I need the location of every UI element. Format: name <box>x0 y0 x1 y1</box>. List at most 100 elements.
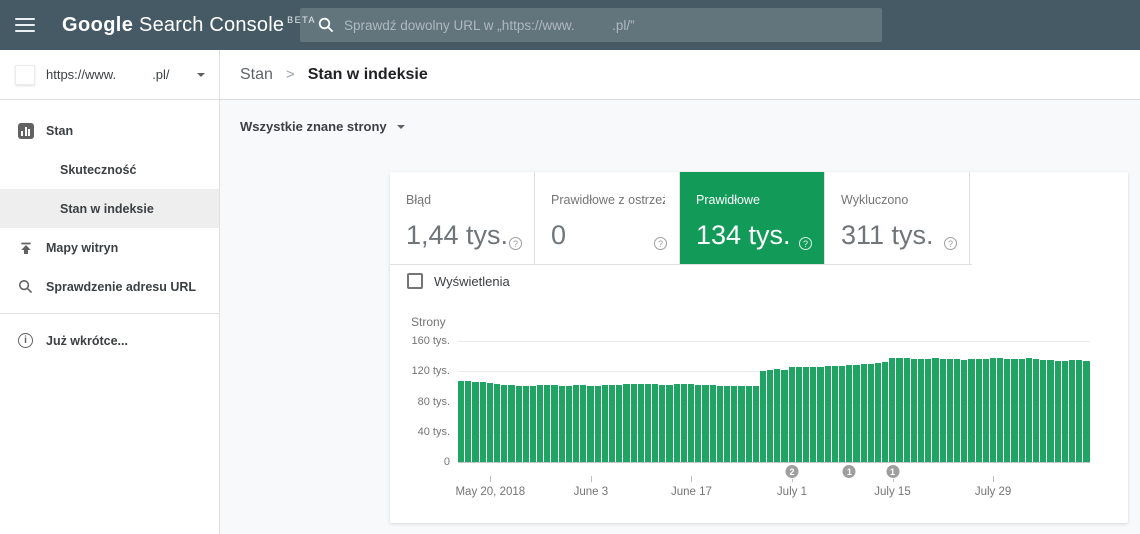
bar[interactable] <box>702 385 708 462</box>
bar[interactable] <box>861 364 867 462</box>
bar[interactable] <box>1062 361 1068 462</box>
bar[interactable] <box>817 367 823 462</box>
bar[interactable] <box>832 366 838 462</box>
bar[interactable] <box>523 386 529 462</box>
bar[interactable] <box>1004 359 1010 462</box>
bar[interactable] <box>724 386 730 462</box>
menu-icon[interactable] <box>15 14 35 36</box>
bar[interactable] <box>674 384 680 462</box>
bar[interactable] <box>688 384 694 462</box>
bar[interactable] <box>566 386 572 462</box>
bar[interactable] <box>551 385 557 462</box>
bar[interactable] <box>904 358 910 462</box>
bar[interactable] <box>501 385 507 462</box>
bar[interactable] <box>738 386 744 462</box>
card-prawidlowe[interactable]: Prawidłowe 134 tys. ? <box>680 172 825 264</box>
bar[interactable] <box>968 359 974 462</box>
bar[interactable] <box>868 364 874 462</box>
bar[interactable] <box>760 371 766 463</box>
bar[interactable] <box>530 386 536 462</box>
bar[interactable] <box>1033 359 1039 462</box>
bar[interactable] <box>652 384 658 462</box>
sidebar-item-mapy-witryn[interactable]: Mapy witryn <box>0 228 219 267</box>
bar[interactable] <box>781 370 787 462</box>
bar[interactable] <box>976 359 982 462</box>
bar[interactable] <box>544 385 550 462</box>
sidebar-item-skutecznosc[interactable]: Skuteczność <box>0 150 219 189</box>
card-prawidlowe-z-ostrzezeniami[interactable]: Prawidłowe z ostrzeżen… 0 ? <box>535 172 680 264</box>
bar[interactable] <box>997 358 1003 462</box>
bar[interactable] <box>666 385 672 462</box>
breadcrumb-parent[interactable]: Stan <box>240 66 273 84</box>
bar[interactable] <box>1040 360 1046 462</box>
bar[interactable] <box>623 384 629 462</box>
bar[interactable] <box>1055 361 1061 462</box>
bar[interactable] <box>616 385 622 462</box>
bar[interactable] <box>961 360 967 462</box>
bar[interactable] <box>767 370 773 462</box>
bar[interactable] <box>896 358 902 462</box>
bar[interactable] <box>990 358 996 462</box>
bar[interactable] <box>1019 359 1025 462</box>
bar[interactable] <box>559 386 565 462</box>
bar[interactable] <box>587 386 593 462</box>
bar[interactable] <box>537 385 543 462</box>
bar[interactable] <box>746 386 752 462</box>
bar[interactable] <box>710 385 716 462</box>
help-icon[interactable]: ? <box>799 237 812 250</box>
help-icon[interactable]: ? <box>654 237 667 250</box>
bar[interactable] <box>940 359 946 462</box>
annotation-marker[interactable]: 1 <box>842 464 857 479</box>
sidebar-item-stan-w-indeksie[interactable]: Stan w indeksie <box>0 189 219 228</box>
bar[interactable] <box>789 367 795 462</box>
bar[interactable] <box>609 385 615 462</box>
bar[interactable] <box>889 358 895 462</box>
bar[interactable] <box>882 362 888 462</box>
bar[interactable] <box>731 386 737 462</box>
card-blad[interactable]: Błąd 1,44 tys. ? <box>390 172 535 264</box>
bar[interactable] <box>580 385 586 462</box>
bar[interactable] <box>796 367 802 462</box>
bar[interactable] <box>472 382 478 462</box>
bar[interactable] <box>1047 360 1053 462</box>
bar[interactable] <box>774 369 780 462</box>
bar[interactable] <box>932 358 938 462</box>
impressions-checkbox[interactable] <box>407 273 423 289</box>
bar[interactable] <box>631 384 637 462</box>
search-input[interactable] <box>344 18 870 33</box>
bar[interactable] <box>1069 360 1075 462</box>
bar[interactable] <box>494 384 500 462</box>
sidebar-item-juz-wkrotce[interactable]: i Już wkrótce... <box>0 321 219 360</box>
bar[interactable] <box>573 385 579 462</box>
url-inspection-searchbar[interactable] <box>300 8 882 42</box>
sidebar-item-stan[interactable]: Stan <box>0 111 219 150</box>
bar[interactable] <box>681 384 687 462</box>
bar[interactable] <box>1026 358 1032 462</box>
bar[interactable] <box>839 366 845 462</box>
help-icon[interactable]: ? <box>509 237 522 250</box>
annotation-marker[interactable]: 1 <box>885 464 900 479</box>
bar[interactable] <box>516 386 522 462</box>
bar[interactable] <box>602 385 608 462</box>
card-wykluczono[interactable]: Wykluczono 311 tys. ? <box>825 172 970 264</box>
annotation-marker[interactable]: 2 <box>784 464 799 479</box>
property-selector[interactable]: https://www. .pl/ <box>0 50 219 100</box>
help-icon[interactable]: ? <box>944 237 957 250</box>
bar[interactable] <box>1076 360 1082 462</box>
bar[interactable] <box>645 384 651 462</box>
bar[interactable] <box>918 359 924 462</box>
bar[interactable] <box>810 367 816 462</box>
bar[interactable] <box>465 381 471 462</box>
bar[interactable] <box>659 385 665 462</box>
bar[interactable] <box>695 385 701 462</box>
bar[interactable] <box>487 383 493 462</box>
bar[interactable] <box>753 386 759 462</box>
bar[interactable] <box>954 359 960 462</box>
bar[interactable] <box>717 386 723 462</box>
sidebar-item-sprawdzenie-adresu-url[interactable]: Sprawdzenie adresu URL <box>0 267 219 306</box>
bar[interactable] <box>846 365 852 462</box>
bar[interactable] <box>875 363 881 462</box>
bar[interactable] <box>983 359 989 462</box>
bar[interactable] <box>595 386 601 462</box>
bar[interactable] <box>480 382 486 462</box>
